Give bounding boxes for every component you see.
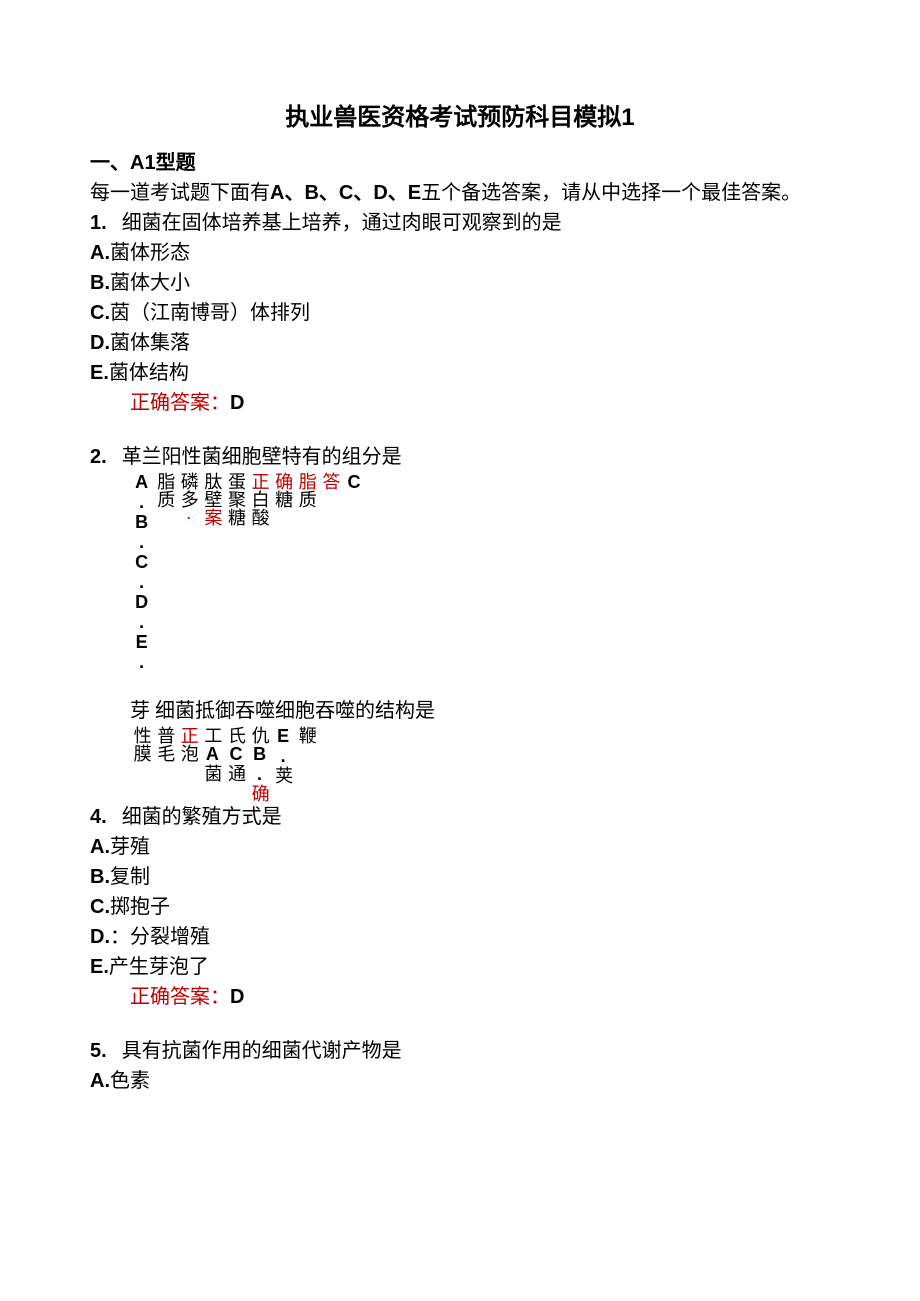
q5-opt-a: A.色素 <box>90 1066 830 1096</box>
q4-stem: 细菌的繁殖方式是 <box>122 806 282 828</box>
q5-stem-line: 5. 具有抗菌作用的细菌代谢产物是 <box>90 1036 830 1066</box>
q4-answer-val: D <box>230 986 244 1008</box>
q1-answer: 正确答案：D <box>130 388 830 418</box>
q2-v8: 答 <box>319 472 343 672</box>
q1-stem: 细菌在固体培养基上培养，通过肉眼可观察到的是 <box>122 212 562 234</box>
q5-number: 5. <box>90 1040 107 1062</box>
page-content: 执业兽医资格考试预防科目模拟1 一、A1型题 每一道考试题下面有A、B、C、D、… <box>0 0 920 1156</box>
q2-v2: 磷多· <box>177 472 201 672</box>
q1-answer-val: D <box>230 392 244 414</box>
instr-abcde: A、B、C、D、E <box>270 182 421 204</box>
q4-stem-line: 4. 细菌的繁殖方式是 <box>90 802 830 832</box>
q2-v5: 正白酸 <box>248 472 272 672</box>
instr-post: 五个备选答案，请从中选择一个最佳答案。 <box>421 182 801 204</box>
q4-opt-b: B.复制 <box>90 862 830 892</box>
q2-v6: 确糖 <box>272 472 296 672</box>
doc-title: 执业兽医资格考试预防科目模拟1 <box>90 100 830 136</box>
q3-v2: 普毛 <box>154 726 178 802</box>
q1-opt-d: D.菌体集落 <box>90 328 830 358</box>
q2-v3: 肽壁案 <box>201 472 225 672</box>
q5-stem: 具有抗菌作用的细菌代谢产物是 <box>122 1040 402 1062</box>
q2-v4: 蛋聚糖 <box>224 472 248 672</box>
q1-opt-c: C.茵（江南博哥）体排列 <box>90 298 830 328</box>
q2-stem-line: 2. 革兰阳性菌细胞壁特有的组分是 <box>90 442 830 472</box>
q3-vertical-block: 性膜 普毛 正泡 工A菌 氏C通 仇B.确 E.荚 鞭 <box>130 726 830 802</box>
q2-v-labels: A.B.C.D.E. <box>130 472 154 672</box>
q3-stem-line: 芽 细菌抵御吞噬细胞吞噬的结构是 <box>130 696 830 726</box>
q3-v7: E.荚 <box>272 726 296 802</box>
q1-opt-e: E.菌体结构 <box>90 358 830 388</box>
q2-stem: 革兰阳性菌细胞壁特有的组分是 <box>122 446 402 468</box>
q2-v1: 脂质 <box>154 472 178 672</box>
q4-opt-c: C.掷抱子 <box>90 892 830 922</box>
answer-prefix-4: 正确答案： <box>130 986 230 1008</box>
q4-opt-d: D.：分裂增殖 <box>90 922 830 952</box>
q4-opt-e: E.产生芽泡了 <box>90 952 830 982</box>
q3-v3: 正泡 <box>177 726 201 802</box>
instructions: 每一道考试题下面有A、B、C、D、E五个备选答案，请从中选择一个最佳答案。 <box>90 178 830 208</box>
q3-v5: 氏C通 <box>224 726 248 802</box>
q3-pre: 芽 <box>130 700 150 722</box>
q1-opt-a: A.菌体形态 <box>90 238 830 268</box>
q3-v6: 仇B.确 <box>248 726 272 802</box>
q2-number: 2. <box>90 446 107 468</box>
q2-v9: C <box>342 472 366 672</box>
q4-answer: 正确答案：D <box>130 982 830 1012</box>
q1-number: 1. <box>90 212 107 234</box>
instr-pre: 每一道考试题下面有 <box>90 182 270 204</box>
q4-opt-a: A.芽殖 <box>90 832 830 862</box>
section-label: 一、A1型题 <box>90 152 196 174</box>
q3-v8: 鞭 <box>295 726 319 802</box>
q3-v4: 工A菌 <box>201 726 225 802</box>
q3-v1: 性膜 <box>130 726 154 802</box>
q2-vertical-block: A.B.C.D.E. 脂质 磷多· 肽壁案 蛋聚糖 正白酸 确糖 脂质 答 C <box>130 472 830 672</box>
q1-opt-b: B.菌体大小 <box>90 268 830 298</box>
answer-prefix: 正确答案： <box>130 392 230 414</box>
q3-stem: 细菌抵御吞噬细胞吞噬的结构是 <box>155 700 435 722</box>
q1-stem-line: 1. 细菌在固体培养基上培养，通过肉眼可观察到的是 <box>90 208 830 238</box>
section-heading: 一、A1型题 <box>90 148 830 178</box>
q4-number: 4. <box>90 806 107 828</box>
q2-v7: 脂质 <box>295 472 319 672</box>
